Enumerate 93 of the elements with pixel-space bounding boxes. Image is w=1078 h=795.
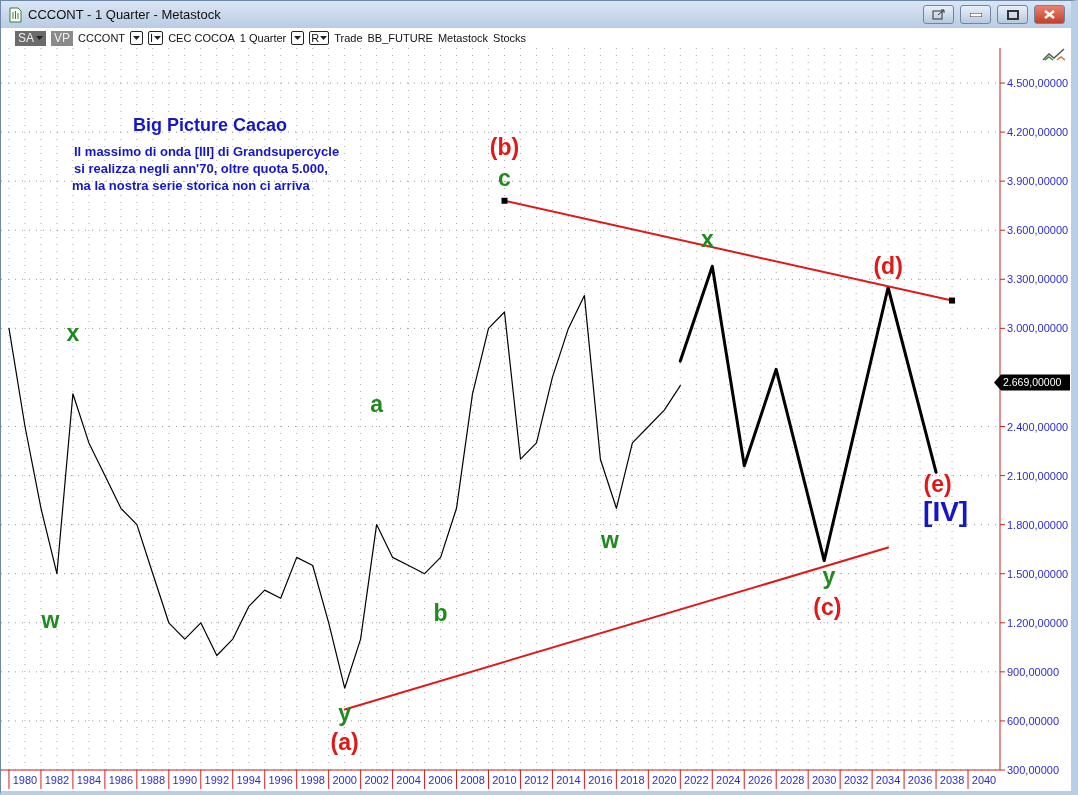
- axis-label: 1.500,00000: [1007, 567, 1069, 580]
- axis-label: 2016: [588, 774, 613, 786]
- axis-label: 1990: [172, 774, 198, 786]
- axis-label: 2004: [396, 774, 421, 786]
- wave-label: (b): [489, 133, 520, 160]
- axis-label: 600,00000: [1007, 714, 1059, 727]
- toolbar-label: Metastock: [437, 32, 489, 44]
- axis-label: 900,00000: [1007, 665, 1059, 678]
- anchor-point: [949, 297, 956, 304]
- axis-label: 2014: [556, 774, 581, 786]
- toolbar-label: Trade: [334, 32, 363, 44]
- axis-label: 2.400,00000: [1007, 420, 1069, 433]
- axis-label: 2034: [875, 774, 901, 786]
- axis-label: 300,00000: [1007, 764, 1059, 776]
- axis-label: 3.600,00000: [1007, 224, 1069, 237]
- wave-label: y: [338, 699, 352, 726]
- axis-label: 2038: [939, 774, 965, 786]
- wave-label: w: [601, 526, 619, 553]
- axis-label: 2000: [332, 774, 357, 786]
- toolbar-label: Stocks: [493, 32, 527, 44]
- axis-label: 2036: [907, 774, 933, 786]
- close-icon: [1044, 10, 1055, 19]
- axis-label: 2.100,00000: [1007, 469, 1069, 482]
- note-title: Big Picture Cacao: [133, 115, 287, 135]
- dropdown-button[interactable]: [291, 31, 305, 45]
- wave-label: (d): [873, 253, 903, 280]
- axis-label: 1982: [44, 774, 70, 786]
- wave-label: x: [66, 320, 80, 347]
- axis-label: 2026: [748, 774, 773, 786]
- wave-label: w: [41, 606, 60, 633]
- symbol-dropdown[interactable]: SA: [15, 30, 46, 46]
- caret-icon: [154, 36, 162, 40]
- axis-label: 2010: [492, 774, 517, 786]
- note-text: Il massimo di onda [III] di Grandsupercycle si realizza negli ann'70, oltre quota 5.000, ma la nostra serie storica non ci arriva: [72, 144, 340, 193]
- minimize-button[interactable]: [960, 5, 991, 24]
- pop-out-icon: [931, 9, 946, 20]
- wave-label: (c): [813, 593, 842, 620]
- axis-label: 1994: [236, 774, 261, 786]
- axis-label: 2020: [652, 774, 677, 786]
- axis-label: 4.500,00000: [1007, 77, 1069, 89]
- toolbar-label: CEC COCOA: [168, 32, 235, 44]
- window-title: CCCONT - 1 Quarter - Metastock: [28, 7, 222, 22]
- axis-label: 1996: [268, 774, 293, 786]
- axis-label: 2018: [620, 774, 645, 786]
- wave-label: (a): [330, 729, 359, 756]
- caret-icon: [294, 36, 302, 40]
- maximize-button[interactable]: [997, 5, 1028, 24]
- axis-label: 1980: [12, 774, 38, 786]
- chart-style-icon[interactable]: [1042, 48, 1066, 61]
- wave-label: c: [498, 165, 511, 192]
- dropdown-button[interactable]: R: [309, 31, 330, 45]
- close-button[interactable]: [1034, 5, 1065, 24]
- axis-label: 2040: [971, 774, 997, 786]
- caret-icon: [320, 36, 328, 40]
- wave-label: b: [433, 600, 448, 627]
- axis-label: 1984: [76, 774, 102, 786]
- caret-icon: [133, 36, 141, 40]
- toolbar-label: 1 Quarter: [239, 32, 287, 44]
- axis-label: 2012: [524, 774, 549, 786]
- axis-label: 1998: [300, 774, 325, 786]
- axis-label: 4.200,00000: [1007, 126, 1069, 139]
- axis-label: 2032: [843, 774, 869, 786]
- caret-icon: [36, 36, 43, 40]
- axis-label: 2006: [428, 774, 453, 786]
- dropdown-button[interactable]: I: [148, 31, 164, 45]
- chart-document-icon: [9, 6, 22, 23]
- wave-label: [IV]: [923, 496, 969, 528]
- axis-label: 1992: [204, 774, 230, 786]
- axis-label: 1.800,00000: [1007, 518, 1069, 531]
- toolbar-label: BB_FUTURE: [367, 32, 433, 44]
- axis-label: 2030: [811, 774, 837, 786]
- axis-label: 2022: [684, 774, 709, 786]
- axis-label: 1.200,00000: [1007, 616, 1069, 629]
- axis-label: 1988: [140, 774, 166, 786]
- axis-label: 3.900,00000: [1007, 175, 1069, 188]
- maximize-icon: [1006, 9, 1019, 20]
- wave-label: (e): [923, 470, 952, 497]
- wave-label: x: [701, 225, 714, 252]
- axis-label: 2024: [716, 774, 741, 786]
- axis-label: 1986: [108, 774, 134, 786]
- wave-label: y: [822, 562, 836, 589]
- wave-label: a: [370, 390, 383, 417]
- price-tag: 2.669,00000: [994, 374, 1070, 391]
- axis-label: 2002: [364, 774, 389, 786]
- dropdown-button[interactable]: [130, 31, 144, 45]
- axis-label: 3.300,00000: [1007, 273, 1069, 286]
- axis-label: 2028: [779, 774, 805, 786]
- anchor-point: [501, 197, 508, 204]
- axis-label: 3.000,00000: [1007, 322, 1069, 335]
- minimize-icon: [969, 12, 982, 17]
- axis-label: 2008: [460, 774, 485, 786]
- toolbar-label: CCCONT: [78, 32, 126, 44]
- pop-out-button[interactable]: [923, 5, 954, 24]
